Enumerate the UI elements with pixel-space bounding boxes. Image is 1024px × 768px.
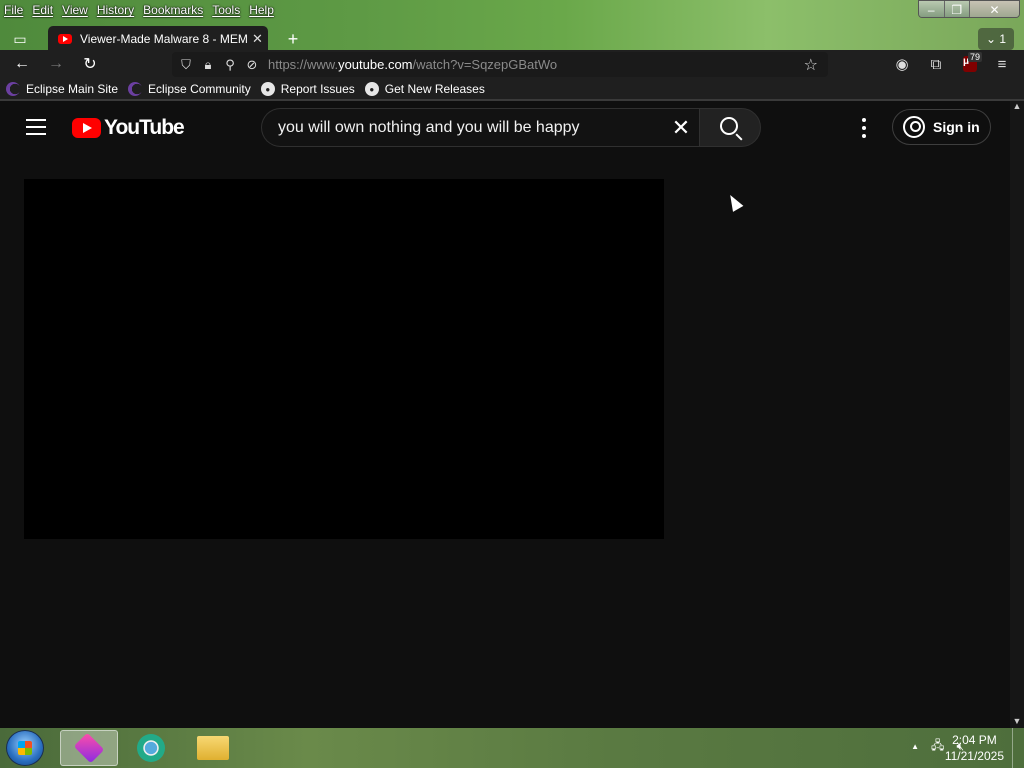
bookmarks-bar: Eclipse Main Site Eclipse Community ● Re…: [0, 78, 1024, 100]
menu-help[interactable]: Help: [249, 3, 274, 17]
reload-button[interactable]: ↻: [79, 54, 101, 74]
eclipse-icon: [6, 82, 20, 96]
globe-app-icon: [137, 734, 165, 762]
hamburger-menu-icon[interactable]: [26, 119, 46, 135]
taskbar-file-explorer[interactable]: [184, 730, 242, 766]
url-prefix: https://www.: [268, 57, 339, 72]
extension-badge: 79: [968, 52, 983, 62]
menu-bar: File Edit View History Bookmarks Tools H…: [0, 0, 900, 20]
permissions-icon[interactable]: ⚲: [222, 57, 238, 73]
youtube-favicon-icon: [58, 34, 72, 44]
page-scrollbar[interactable]: ▲ ▼: [1010, 101, 1024, 728]
account-icon[interactable]: ◉: [892, 54, 912, 74]
bookmark-report-issues[interactable]: ● Report Issues: [260, 82, 355, 96]
bookmark-eclipse-main[interactable]: Eclipse Main Site: [6, 82, 118, 96]
menu-view[interactable]: View: [62, 3, 88, 17]
taskbar: ▲ 🖧︎ 🔇︎ 2:04 PM 11/21/2025: [0, 728, 1024, 768]
browser-app-icon: [73, 732, 105, 764]
tab-strip: ▭ Viewer-Made Malware 8 - MEMZ ✕ + ⌄ 1: [0, 26, 1024, 52]
navigation-bar: ← → ↻ ⛉ 🔒︎ ⚲ ⊘ https://www.youtube.com/w…: [0, 50, 1024, 78]
maximize-button[interactable]: ❐: [944, 1, 970, 17]
close-window-button[interactable]: ✕: [970, 1, 1019, 17]
clock-date: 11/21/2025: [944, 749, 1004, 763]
extensions-icon[interactable]: ⧉: [926, 54, 946, 74]
bookmark-eclipse-community[interactable]: Eclipse Community: [128, 82, 251, 96]
sign-in-label: Sign in: [933, 119, 980, 135]
tab-count: 1: [999, 32, 1007, 46]
tab-list-button[interactable]: ⌄ 1: [978, 28, 1014, 50]
bookmark-star-icon[interactable]: ☆: [804, 55, 818, 75]
url-text[interactable]: https://www.youtube.com/watch?v=SqzepGBa…: [268, 57, 557, 72]
scroll-up-arrow-icon[interactable]: ▲: [1010, 101, 1024, 111]
new-tab-button[interactable]: +: [282, 28, 304, 50]
lock-icon[interactable]: 🔒︎: [200, 57, 216, 73]
folder-icon: [197, 736, 229, 760]
menu-tools[interactable]: Tools: [212, 3, 240, 17]
window-controls: – ❐ ✕: [918, 0, 1020, 18]
bookmark-get-new-releases[interactable]: ● Get New Releases: [364, 82, 485, 96]
scroll-down-arrow-icon[interactable]: ▼: [1010, 716, 1024, 726]
youtube-logo[interactable]: YouTube: [72, 116, 185, 140]
url-domain: youtube.com: [338, 57, 413, 72]
forward-button[interactable]: →: [45, 54, 67, 74]
search-input[interactable]: you will own nothing and you will be hap…: [261, 108, 699, 147]
more-options-icon[interactable]: [858, 118, 870, 138]
tray-expand-icon[interactable]: ▲: [911, 742, 919, 751]
bookmark-label: Eclipse Main Site: [26, 82, 119, 96]
taskbar-app-2[interactable]: [122, 730, 180, 766]
url-path: /watch?v=SqzepGBatWo: [412, 57, 558, 72]
start-button[interactable]: [6, 730, 44, 766]
menu-edit[interactable]: Edit: [32, 3, 53, 17]
tab-overview-icon[interactable]: ▭: [8, 28, 32, 50]
menu-file[interactable]: File: [4, 3, 23, 17]
menu-history[interactable]: History: [97, 3, 134, 17]
clock-time: 2:04 PM: [952, 733, 997, 747]
youtube-wordmark: YouTube: [104, 116, 185, 139]
app-menu-icon[interactable]: ≡: [992, 54, 1012, 74]
eclipse-icon: [128, 82, 143, 96]
youtube-page: YouTube you will own nothing and you wil…: [0, 101, 1010, 728]
clear-search-icon[interactable]: ✕: [668, 115, 694, 141]
tab-title: Viewer-Made Malware 8 - MEMZ: [80, 32, 248, 46]
menu-bookmarks[interactable]: Bookmarks: [143, 3, 203, 17]
url-bar[interactable]: ⛉ 🔒︎ ⚲ ⊘ https://www.youtube.com/watch?v…: [172, 52, 828, 77]
chevron-down-icon: ⌄: [985, 32, 1000, 46]
clock[interactable]: 2:04 PM 11/21/2025: [945, 732, 1004, 764]
search-icon: [719, 117, 738, 135]
bookmark-label: Eclipse Community: [148, 82, 251, 96]
tab-active[interactable]: Viewer-Made Malware 8 - MEMZ ✕: [48, 26, 268, 52]
bookmark-label: Report Issues: [280, 82, 355, 96]
github-icon: ●: [364, 82, 379, 96]
shield-icon[interactable]: ⛉: [178, 57, 194, 73]
search-query: you will own nothing and you will be hap…: [278, 118, 580, 136]
youtube-play-icon: [72, 118, 101, 138]
bookmark-label: Get New Releases: [384, 82, 485, 96]
video-player[interactable]: [24, 179, 664, 539]
user-circle-icon: [903, 116, 925, 138]
minimize-button[interactable]: –: [919, 1, 945, 17]
autoplay-blocked-icon[interactable]: ⊘: [244, 57, 260, 73]
back-button[interactable]: ←: [11, 54, 33, 74]
network-icon[interactable]: 🖧︎: [931, 736, 944, 757]
sign-in-button[interactable]: Sign in: [892, 109, 991, 145]
show-desktop-button[interactable]: [1012, 728, 1024, 768]
taskbar-browser-app[interactable]: [60, 730, 118, 766]
search-button[interactable]: [699, 108, 761, 147]
github-icon: ●: [260, 82, 275, 96]
tab-close-icon[interactable]: ✕: [252, 31, 263, 47]
